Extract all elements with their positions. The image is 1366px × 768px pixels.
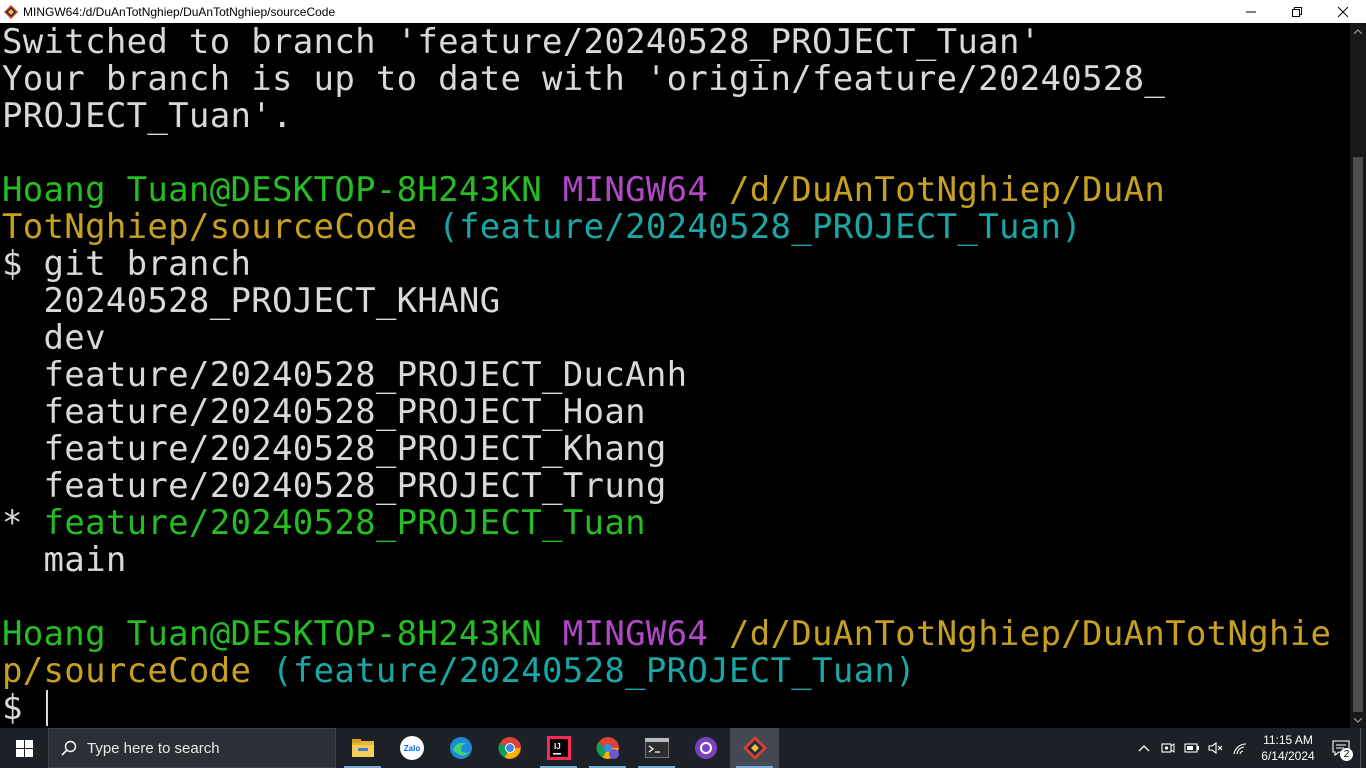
start-button[interactable] xyxy=(0,728,48,768)
windows-logo-icon xyxy=(15,739,33,757)
prompt-line: TotNghiep/sourceCode (feature/20240528_P… xyxy=(0,209,1350,246)
terminal-output[interactable]: Switched to branch 'feature/20240528_PRO… xyxy=(0,23,1350,728)
output-line: Your branch is up to date with 'origin/f… xyxy=(2,59,1166,99)
command-line: $ git branch xyxy=(2,244,252,284)
prompt-branch: (feature/20240528_PROJECT_Tuan) xyxy=(272,651,916,691)
git-bash-app-icon xyxy=(4,4,18,19)
clock-time: 11:15 AM xyxy=(1263,733,1313,747)
prompt-path: p/sourceCode xyxy=(2,651,252,691)
restore-icon xyxy=(1292,6,1302,17)
branch-item: feature/20240528_PROJECT_Trung xyxy=(2,466,667,506)
taskbar-app-chrome-profile[interactable] xyxy=(583,728,632,768)
show-hidden-icons-button[interactable] xyxy=(1132,728,1156,768)
prompt-path: /d/DuAnTotNghiep/DuAnTotNghie xyxy=(728,614,1332,654)
current-branch-marker: * xyxy=(2,503,44,543)
taskbar-search-box[interactable]: Type here to search xyxy=(48,728,336,768)
edge-icon xyxy=(449,737,472,759)
terminal-icon xyxy=(644,738,669,758)
window-title-bar[interactable]: MINGW64:/d/DuAnTotNghiep/DuAnTotNghiep/s… xyxy=(0,0,1366,23)
scroll-up-arrow-icon[interactable] xyxy=(1350,23,1366,39)
zalo-icon: Zalo xyxy=(399,736,424,760)
chevron-up-icon xyxy=(1138,745,1150,752)
taskbar-app-github-desktop[interactable] xyxy=(681,728,730,768)
clock-date: 6/14/2024 xyxy=(1261,749,1315,763)
close-icon xyxy=(1338,6,1348,17)
taskbar-app-intellij[interactable]: IJ xyxy=(534,728,583,768)
search-icon xyxy=(61,740,77,756)
output-line: Switched to branch 'feature/20240528_PRO… xyxy=(2,23,1041,62)
git-bash-icon xyxy=(742,736,767,760)
svg-text:IJ: IJ xyxy=(554,742,561,751)
branch-item: feature/20240528_PROJECT_DucAnh xyxy=(2,355,688,395)
chrome-profile-icon xyxy=(595,737,619,759)
prompt-line: Hoang Tuan@DESKTOP-8H243KN MINGW64 /d/Du… xyxy=(0,616,1350,653)
taskbar-app-edge[interactable] xyxy=(436,728,485,768)
prompt-line: p/sourceCode (feature/20240528_PROJECT_T… xyxy=(0,653,1350,690)
intellij-icon: IJ xyxy=(546,736,571,760)
prompt-branch: (feature/20240528_PROJECT_Tuan) xyxy=(438,207,1083,247)
svg-text:Zalo: Zalo xyxy=(403,744,420,753)
branch-item: dev xyxy=(2,318,106,358)
taskbar-app-zalo[interactable]: Zalo xyxy=(387,728,436,768)
text-cursor xyxy=(45,690,48,726)
wifi-icon[interactable] xyxy=(1228,728,1252,768)
branch-item: 20240528_PROJECT_KHANG xyxy=(2,281,501,321)
taskbar-app-terminal[interactable] xyxy=(632,728,681,768)
current-branch-name: feature/20240528_PROJECT_Tuan xyxy=(43,503,646,543)
minimize-button[interactable] xyxy=(1228,0,1274,23)
show-desktop-button[interactable] xyxy=(1360,728,1366,768)
scroll-down-arrow-icon[interactable] xyxy=(1350,712,1366,728)
branch-item: feature/20240528_PROJECT_Khang xyxy=(2,429,667,469)
current-branch-item: * feature/20240528_PROJECT_Tuan xyxy=(0,505,1350,542)
battery-icon[interactable] xyxy=(1180,728,1204,768)
branch-item: main xyxy=(2,540,127,580)
output-line: PROJECT_Tuan'. xyxy=(2,96,293,136)
prompt-path: TotNghiep/sourceCode xyxy=(2,207,418,247)
restore-button[interactable] xyxy=(1274,0,1320,23)
prompt-shell: MINGW64 xyxy=(562,614,709,654)
prompt-user-host: Hoang Tuan@DESKTOP-8H243KN xyxy=(2,614,543,654)
taskbar-app-file-explorer[interactable] xyxy=(338,728,387,768)
window-title: MINGW64:/d/DuAnTotNghiep/DuAnTotNghiep/s… xyxy=(23,4,336,19)
taskbar-app-git-bash[interactable] xyxy=(730,728,779,768)
file-explorer-icon xyxy=(351,739,374,757)
meet-now-icon[interactable] xyxy=(1156,728,1180,768)
taskbar-clock[interactable]: 11:15 AM 6/14/2024 xyxy=(1252,732,1324,764)
branch-item: feature/20240528_PROJECT_Hoan xyxy=(2,392,646,432)
input-line[interactable]: $ xyxy=(0,690,1350,727)
chrome-icon xyxy=(497,737,521,759)
prompt-line: Hoang Tuan@DESKTOP-8H243KN MINGW64 /d/Du… xyxy=(0,172,1350,209)
minimize-icon xyxy=(1246,11,1256,12)
search-placeholder: Type here to search xyxy=(87,739,220,757)
close-button[interactable] xyxy=(1320,0,1366,23)
github-desktop-icon xyxy=(694,737,717,759)
scrollbar-thumb[interactable] xyxy=(1353,157,1363,712)
prompt-shell: MINGW64 xyxy=(562,170,709,210)
prompt-path: /d/DuAnTotNghiep/DuAn xyxy=(728,170,1166,210)
taskbar-app-chrome[interactable] xyxy=(485,728,534,768)
taskbar: Type here to search Zalo IJ 11:15 AM 6/1… xyxy=(0,728,1366,768)
action-center-button[interactable]: 2 xyxy=(1324,728,1358,768)
volume-muted-icon[interactable] xyxy=(1204,728,1228,768)
prompt-user-host: Hoang Tuan@DESKTOP-8H243KN xyxy=(2,170,543,210)
vertical-scrollbar[interactable] xyxy=(1350,23,1366,728)
input-prompt: $ xyxy=(2,688,44,728)
notification-badge: 2 xyxy=(1340,748,1353,761)
